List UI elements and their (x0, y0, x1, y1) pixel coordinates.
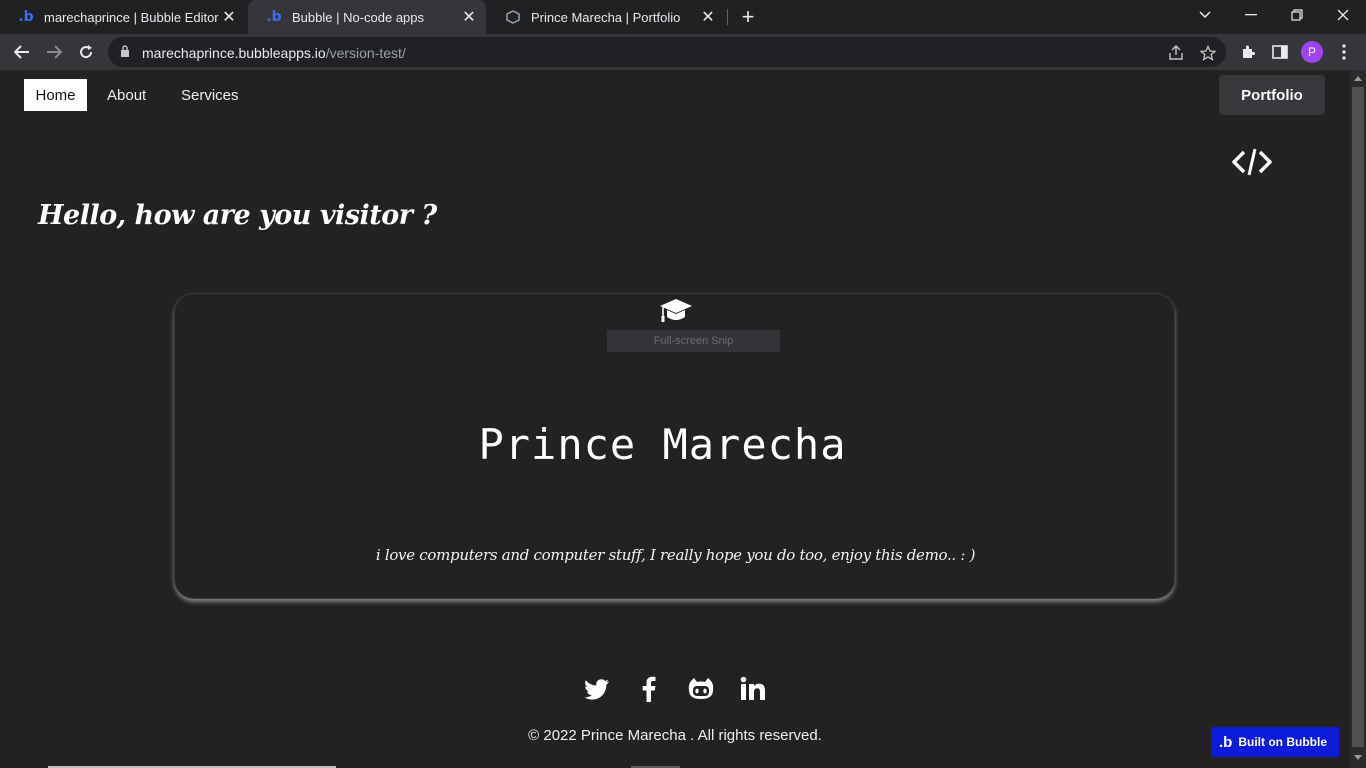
snip-overlay: Full-screen Snip (607, 330, 780, 352)
nav-home-button[interactable]: Home (24, 79, 87, 111)
github-icon[interactable] (687, 675, 715, 703)
share-icon[interactable] (1166, 43, 1186, 63)
bubble-logo-icon: .b (266, 9, 282, 25)
side-panel-icon[interactable] (1268, 40, 1292, 64)
scroll-up-arrow[interactable] (1354, 76, 1362, 81)
scrollbar-thumb[interactable] (1352, 87, 1364, 747)
forward-button[interactable] (40, 38, 68, 66)
built-on-bubble-badge[interactable]: .b Built on Bubble (1211, 727, 1339, 757)
page-icon (505, 9, 521, 25)
close-tab-icon[interactable]: ✕ (699, 8, 717, 26)
page-content: Home About Services Portfolio Hello, how… (0, 70, 1350, 768)
browser-tab-bar: .b marechaprince | Bubble Editor ✕ .b Bu… (0, 0, 1366, 34)
reload-button[interactable] (72, 38, 100, 66)
badge-label: Built on Bubble (1238, 735, 1327, 749)
lock-icon (121, 45, 129, 57)
nav-services-link[interactable]: Services (181, 79, 239, 111)
portfolio-button[interactable]: Portfolio (1219, 75, 1325, 115)
close-tab-icon[interactable]: ✕ (460, 8, 478, 26)
minimize-button[interactable] (1228, 0, 1274, 30)
hero-card: Full-screen Snip Prince Marecha i love c… (174, 293, 1175, 599)
scroll-down-arrow[interactable] (1354, 755, 1362, 760)
tab-portfolio[interactable]: Prince Marecha | Portfolio ✕ (487, 0, 725, 34)
tab-bubble-editor[interactable]: .b marechaprince | Bubble Editor ✕ (0, 0, 246, 34)
tab-title: Bubble | No-code apps (292, 9, 425, 25)
back-button[interactable] (8, 38, 36, 66)
greeting-heading: Hello, how are you visitor ? (38, 200, 437, 231)
tab-separator (727, 9, 728, 25)
tab-search-icon[interactable] (1182, 0, 1228, 30)
tagline-text: i love computers and computer stuff, I r… (375, 546, 976, 564)
nav-about-link[interactable]: About (107, 79, 146, 111)
page-scrollbar[interactable] (1350, 70, 1366, 768)
extensions-icon[interactable] (1236, 40, 1260, 64)
bookmark-star-icon[interactable] (1198, 43, 1218, 63)
profile-name: Prince Marecha (478, 420, 847, 469)
new-tab-button[interactable]: + (736, 4, 760, 29)
close-tab-icon[interactable]: ✕ (220, 8, 238, 26)
close-window-button[interactable] (1320, 0, 1366, 30)
url-text: marechaprince.bubbleapps.io/version-test… (142, 45, 406, 61)
code-icon[interactable] (1230, 144, 1274, 180)
copyright-text: © 2022 Prince Marecha . All rights reser… (528, 727, 822, 744)
kebab-menu-icon[interactable] (1332, 40, 1356, 64)
address-bar[interactable]: marechaprince.bubbleapps.io/version-test… (108, 37, 1226, 67)
browser-toolbar: marechaprince.bubbleapps.io/version-test… (0, 34, 1366, 70)
bubble-logo-icon: .b (18, 9, 34, 25)
restore-button[interactable] (1274, 0, 1320, 30)
facebook-icon[interactable] (635, 675, 663, 703)
profile-avatar[interactable]: P (1301, 41, 1323, 63)
graduation-cap-icon (660, 299, 692, 322)
tab-bubble-nocode[interactable]: .b Bubble | No-code apps ✕ (248, 0, 486, 34)
tab-title: marechaprince | Bubble Editor (44, 9, 219, 25)
tab-title: Prince Marecha | Portfolio (531, 9, 681, 25)
bubble-logo-icon: .b (1219, 733, 1233, 751)
twitter-icon[interactable] (583, 675, 611, 703)
linkedin-icon[interactable] (739, 675, 767, 703)
